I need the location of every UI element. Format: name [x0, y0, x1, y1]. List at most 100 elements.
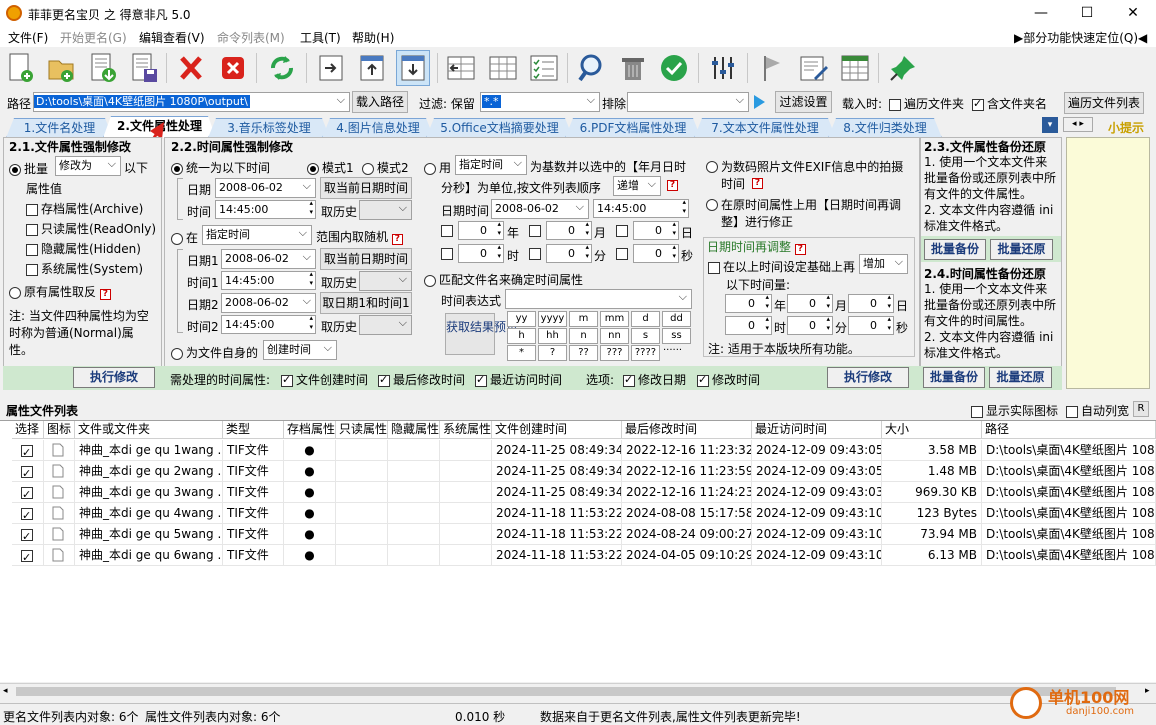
- minimize-button[interactable]: —: [1018, 0, 1064, 27]
- readonly-checkbox[interactable]: 只读属性(ReadOnly): [26, 220, 156, 237]
- year-spinner[interactable]: 0: [458, 220, 504, 240]
- save-icon[interactable]: [127, 50, 161, 86]
- quick-locate-menu[interactable]: ▶部分功能快速定位(Q)◀: [1014, 29, 1147, 46]
- history1-select[interactable]: [359, 271, 412, 291]
- month-field[interactable]: [529, 223, 544, 237]
- menu-start-rename[interactable]: 开始更名(G): [60, 29, 127, 46]
- take-current-date1-button[interactable]: 取当前日期时间: [320, 248, 412, 270]
- show-icons-checkbox[interactable]: 显示实际图标: [971, 402, 1058, 419]
- table-row[interactable]: 神曲_本di ge qu 3wang ...TIF文件● 2024-11-25 0…: [0, 482, 1156, 503]
- play-icon[interactable]: [754, 95, 765, 109]
- move-up-icon[interactable]: [355, 50, 389, 86]
- check-icon[interactable]: [657, 50, 691, 86]
- fmt-token-hh[interactable]: hh: [538, 328, 567, 344]
- fmt-token-m[interactable]: m: [569, 311, 598, 327]
- table-row[interactable]: 神曲_本di ge qu 4wang ...TIF文件● 2024-11-18 1…: [0, 503, 1156, 524]
- history2-select[interactable]: [359, 315, 412, 335]
- menu-tools[interactable]: 工具(T): [300, 29, 341, 46]
- readjust-day-spinner[interactable]: 0: [848, 293, 894, 313]
- fmt-token-s[interactable]: s: [631, 328, 660, 344]
- help-icon[interactable]: ?: [794, 244, 806, 255]
- col-header-accessed[interactable]: 最近访问时间: [752, 421, 882, 439]
- minute-spinner[interactable]: 0: [546, 243, 592, 263]
- system-checkbox[interactable]: 系统属性(System): [26, 260, 143, 277]
- tab-pdf-attributes[interactable]: 6.PDF文档属性处理: [565, 118, 701, 138]
- take-mid-button[interactable]: 取日期1和时间1: [320, 292, 412, 314]
- take-current-date-button[interactable]: 取当前日期时间: [320, 177, 412, 199]
- hour-field[interactable]: [441, 246, 456, 260]
- hour-spinner[interactable]: 0: [458, 243, 504, 263]
- table-row[interactable]: 神曲_本di ge qu 2wang ...TIF文件● 2024-11-25 0…: [0, 461, 1156, 482]
- mode1-radio[interactable]: 模式1: [307, 159, 354, 176]
- incr-select[interactable]: 递增: [613, 176, 661, 196]
- archive-checkbox[interactable]: 存档属性(Archive): [26, 200, 143, 217]
- own-select[interactable]: 创建时间: [263, 340, 337, 360]
- mode2-radio[interactable]: 模式2: [362, 159, 409, 176]
- minute-field[interactable]: [529, 246, 544, 260]
- hidden-checkbox[interactable]: 隐藏属性(Hidden): [26, 240, 141, 257]
- r-button[interactable]: R: [1133, 401, 1149, 417]
- filter-settings-button[interactable]: 过滤设置: [775, 91, 832, 113]
- open-folder-icon[interactable]: [44, 50, 78, 86]
- modify-date-checkbox[interactable]: 修改日期: [623, 371, 686, 388]
- col-header-hidden[interactable]: 隐藏属性: [388, 421, 440, 439]
- col-header-name[interactable]: 文件或文件夹: [75, 421, 223, 439]
- help-icon[interactable]: ?: [391, 234, 403, 245]
- table-icon[interactable]: [838, 50, 872, 86]
- table-row[interactable]: 神曲_本di ge qu 6wang ...TIF文件● 2024-11-18 1…: [0, 545, 1156, 566]
- checklist-icon[interactable]: [527, 50, 561, 86]
- attr-backup-button[interactable]: 批量备份: [924, 239, 986, 260]
- fmt-token-ss[interactable]: ss: [662, 328, 691, 344]
- col-header-archive[interactable]: 存档属性: [284, 421, 336, 439]
- row-checkbox[interactable]: [12, 545, 44, 566]
- fmt-token-mm[interactable]: mm: [600, 311, 629, 327]
- second-field[interactable]: [616, 246, 631, 260]
- col-header-system[interactable]: 系统属性: [440, 421, 492, 439]
- fmt-token-yy[interactable]: yy: [507, 311, 536, 327]
- in-select[interactable]: 指定时间: [202, 225, 312, 245]
- table-row[interactable]: 神曲_本di ge qu 5wang ...TIF文件● 2024-11-18 1…: [0, 524, 1156, 545]
- second-spinner[interactable]: 0: [633, 243, 679, 263]
- time-restore-button[interactable]: 批量还原: [989, 367, 1052, 388]
- close-button[interactable]: ✕: [1110, 0, 1156, 27]
- fmt-token-h[interactable]: h: [507, 328, 536, 344]
- pin-icon[interactable]: [886, 50, 920, 86]
- row-checkbox[interactable]: [12, 482, 44, 503]
- col-header-icon[interactable]: 图标: [44, 421, 75, 439]
- clear-icon[interactable]: [216, 50, 250, 86]
- fmt-token-nn[interactable]: nn: [600, 328, 629, 344]
- import-icon[interactable]: [86, 50, 120, 86]
- fmt-token-star[interactable]: *: [507, 345, 536, 361]
- include-folder-name-checkbox[interactable]: 含文件夹名: [972, 95, 1047, 112]
- exclude-input[interactable]: [627, 92, 749, 112]
- modify-time-opt-checkbox[interactable]: 修改时间: [697, 371, 760, 388]
- horizontal-scrollbar[interactable]: ◂ ▸: [0, 683, 1156, 699]
- help-icon[interactable]: ?: [667, 180, 678, 191]
- exec-attr-button[interactable]: 执行修改: [73, 367, 155, 388]
- fmt-token-yyyy[interactable]: yyyy: [538, 311, 567, 327]
- row-checkbox[interactable]: [12, 524, 44, 545]
- menu-edit-view[interactable]: 编辑查看(V): [139, 29, 205, 46]
- fmt-token-q4[interactable]: ????: [631, 345, 660, 361]
- fmt-token-q2[interactable]: ??: [569, 345, 598, 361]
- match-radio[interactable]: 匹配文件名来确定时间属性: [424, 271, 583, 288]
- tab-filename[interactable]: 1.文件名处理: [6, 118, 113, 138]
- own-radio[interactable]: 为文件自身的: [171, 344, 258, 361]
- edit-doc-icon[interactable]: [797, 50, 831, 86]
- exec-time-button[interactable]: 执行修改: [827, 367, 909, 388]
- date2-picker[interactable]: 2008-06-02: [221, 293, 316, 313]
- invert-radio[interactable]: 原有属性取反 ?: [9, 283, 111, 300]
- modify-time-checkbox[interactable]: 最后修改时间: [378, 371, 465, 388]
- time2-spinner[interactable]: 14:45:00: [221, 314, 316, 334]
- preview-button[interactable]: 获取结果预览: [445, 313, 518, 355]
- access-time-checkbox[interactable]: 最近访问时间: [475, 371, 562, 388]
- split-left-icon[interactable]: [444, 50, 478, 86]
- day-spinner[interactable]: 0: [633, 220, 679, 240]
- traverse-file-list-button[interactable]: 遍历文件列表: [1064, 92, 1144, 114]
- in-radio[interactable]: 在: [171, 229, 198, 246]
- row-checkbox[interactable]: [12, 503, 44, 524]
- tab-scroll-arrows[interactable]: ◂ ▸: [1063, 117, 1093, 132]
- menu-help[interactable]: 帮助(H): [352, 29, 394, 46]
- readjust-year-spinner[interactable]: 0: [725, 293, 772, 313]
- mode-select[interactable]: 修改为: [55, 156, 121, 176]
